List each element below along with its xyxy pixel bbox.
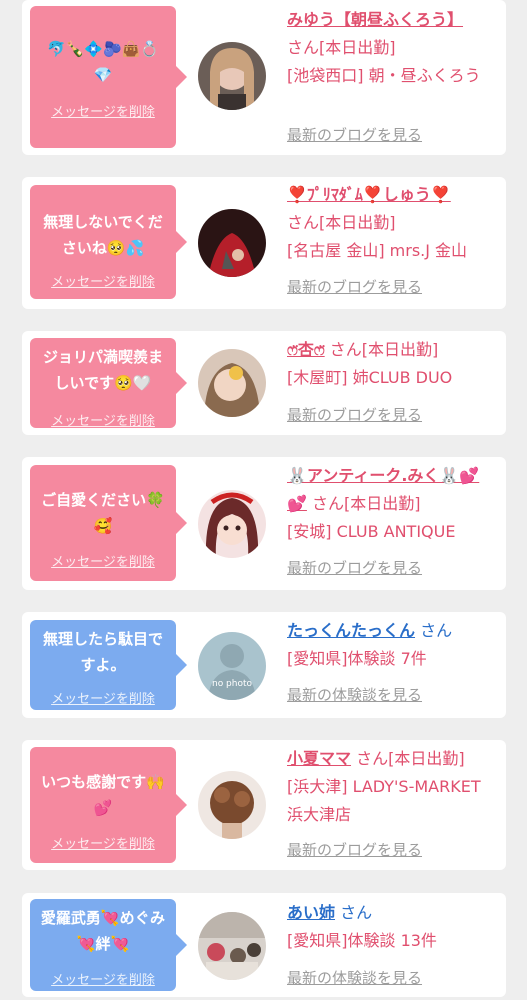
sender-info: あい姉 さん [愛知県]体験談 13件 bbox=[287, 899, 499, 955]
message-text: ジョリパ満喫羨ましいです🥺🤍 bbox=[42, 348, 163, 392]
sender-name-link[interactable]: ෆ̈杏ෆ̈ bbox=[287, 340, 325, 359]
sender-name-link[interactable]: ❣️ﾌﾟﾘﾏﾀﾞﾑ❣️しゅう❣️ bbox=[287, 185, 451, 204]
red-dress-avatar[interactable] bbox=[198, 209, 266, 277]
delete-message-link[interactable]: メッセージを削除 bbox=[30, 101, 176, 120]
shop-detail: [池袋西口] 朝・昼ふくろう bbox=[287, 66, 481, 85]
crowd-photo-avatar[interactable] bbox=[198, 912, 266, 980]
delete-message-link[interactable]: メッセージを削除 bbox=[30, 410, 176, 429]
sender-info: ❣️ﾌﾟﾘﾏﾀﾞﾑ❣️しゅう❣️ さん[本日出勤] [名古屋 金山] mrs.J… bbox=[287, 181, 499, 265]
list-item: いつも感謝です🙌 💕 メッセージを削除 小夏ママ さん[本日出勤] [浜大津] … bbox=[22, 740, 506, 870]
list-item: 愛羅武勇💘めぐみ💘絆💘 メッセージを削除 あい姉 さん [愛知県]体験談 13件… bbox=[22, 893, 506, 997]
list-item: 無理しないでくださいね🥺💦 メッセージを削除 ❣️ﾌﾟﾘﾏﾀﾞﾑ❣️しゅう❣️ … bbox=[22, 177, 506, 309]
shop-detail: [名古屋 金山] mrs.J 金山 bbox=[287, 241, 468, 260]
sender-name-link[interactable]: たっくんたっくん bbox=[287, 621, 415, 640]
sender-status: さん[本日出勤] bbox=[287, 38, 396, 57]
delete-message-link[interactable]: メッセージを削除 bbox=[30, 271, 176, 290]
shop-detail: [愛知県]体験談 7件 bbox=[287, 649, 427, 668]
list-item: ご自愛ください🍀 🥰 メッセージを削除 🐰アンティーク.みく🐰💕💕 さん[本日出… bbox=[22, 457, 506, 590]
list-item: 無理したら駄目ですよ。 メッセージを削除 no photo たっくんたっくん さ… bbox=[22, 612, 506, 718]
message-text: 無理したら駄目ですよ。 bbox=[42, 630, 163, 674]
message-text: 無理しないでくださいね🥺💦 bbox=[43, 213, 163, 257]
message-bubble: いつも感謝です🙌 💕 メッセージを削除 bbox=[30, 747, 187, 863]
sender-status: さん[本日出勤] bbox=[287, 213, 396, 232]
latest-review-link[interactable]: 最新の体験談を見る bbox=[287, 967, 422, 988]
shop-detail: [木屋町] 姉CLUB DUO bbox=[287, 368, 453, 387]
no-photo-label: no photo bbox=[212, 679, 253, 689]
sender-status: さん[本日出勤] bbox=[312, 494, 421, 513]
message-text: いつも感謝です🙌 💕 bbox=[41, 773, 165, 817]
delete-message-link[interactable]: メッセージを削除 bbox=[30, 969, 176, 988]
sender-status: さん[本日出勤] bbox=[356, 749, 465, 768]
sender-status: さん bbox=[340, 903, 373, 922]
latest-blog-link[interactable]: 最新のブログを見る bbox=[287, 124, 422, 145]
message-text: ご自愛ください🍀 🥰 bbox=[41, 491, 165, 535]
latest-blog-link[interactable]: 最新のブログを見る bbox=[287, 276, 422, 297]
sender-info: 小夏ママ さん[本日出勤] [浜大津] LADY'S-MARKET 浜大津店 bbox=[287, 745, 499, 829]
latest-review-link[interactable]: 最新の体験談を見る bbox=[287, 684, 422, 705]
girl-with-bangs-avatar[interactable] bbox=[198, 42, 266, 110]
message-bubble: ジョリパ満喫羨ましいです🥺🤍 メッセージを削除 bbox=[30, 338, 187, 429]
sender-info: みゆう【朝昼ふくろう】 さん[本日出勤] [池袋西口] 朝・昼ふくろう bbox=[287, 6, 499, 90]
message-bubble: 無理したら駄目ですよ。 メッセージを削除 bbox=[30, 620, 187, 710]
list-item: 🐬🍾💠🫐👜💍 💎 メッセージを削除 みゆう【朝昼ふくろう】 さん[本日出勤] [… bbox=[22, 0, 506, 155]
hairstyle-avatar[interactable] bbox=[198, 771, 266, 839]
latest-blog-link[interactable]: 最新のブログを見る bbox=[287, 839, 422, 860]
latest-blog-link[interactable]: 最新のブログを見る bbox=[287, 404, 422, 425]
message-text: 愛羅武勇💘めぐみ💘絆💘 bbox=[40, 909, 166, 953]
message-bubble: ご自愛ください🍀 🥰 メッセージを削除 bbox=[30, 465, 187, 581]
sender-status: さん[本日出勤] bbox=[329, 340, 439, 359]
anime-girl-avatar[interactable] bbox=[198, 490, 266, 558]
shop-detail: [愛知県]体験談 13件 bbox=[287, 931, 437, 950]
delete-message-link[interactable]: メッセージを削除 bbox=[30, 688, 176, 707]
message-bubble: 無理しないでくださいね🥺💦 メッセージを削除 bbox=[30, 185, 187, 299]
shop-detail: [安城] CLUB ANTIQUE bbox=[287, 522, 456, 541]
message-bubble: 🐬🍾💠🫐👜💍 💎 メッセージを削除 bbox=[30, 6, 187, 148]
sender-name-link[interactable]: みゆう【朝昼ふくろう】 bbox=[287, 10, 463, 29]
message-text: 🐬🍾💠🫐👜💍 💎 bbox=[46, 40, 160, 84]
sender-info: たっくんたっくん さん [愛知県]体験談 7件 bbox=[287, 617, 499, 673]
list-item: ジョリパ満喫羨ましいです🥺🤍 メッセージを削除 ෆ̈杏ෆ̈ さん[本日出勤] [… bbox=[22, 331, 506, 435]
message-bubble: 愛羅武勇💘めぐみ💘絆💘 メッセージを削除 bbox=[30, 899, 187, 991]
sender-name-link[interactable]: あい姉 bbox=[287, 903, 335, 922]
sender-info: 🐰アンティーク.みく🐰💕💕 さん[本日出勤] [安城] CLUB ANTIQUE bbox=[287, 462, 499, 546]
delete-message-link[interactable]: メッセージを削除 bbox=[30, 551, 176, 570]
shop-detail: [浜大津] LADY'S-MARKET 浜大津店 bbox=[287, 777, 481, 824]
no-photo-avatar[interactable]: no photo bbox=[198, 632, 266, 700]
sender-name-link[interactable]: 小夏ママ bbox=[287, 749, 351, 768]
sender-status: さん bbox=[420, 621, 453, 640]
sender-info: ෆ̈杏ෆ̈ さん[本日出勤] [木屋町] 姉CLUB DUO bbox=[287, 336, 499, 392]
peace-sign-avatar[interactable] bbox=[198, 349, 266, 417]
latest-blog-link[interactable]: 最新のブログを見る bbox=[287, 557, 422, 578]
delete-message-link[interactable]: メッセージを削除 bbox=[30, 833, 176, 852]
